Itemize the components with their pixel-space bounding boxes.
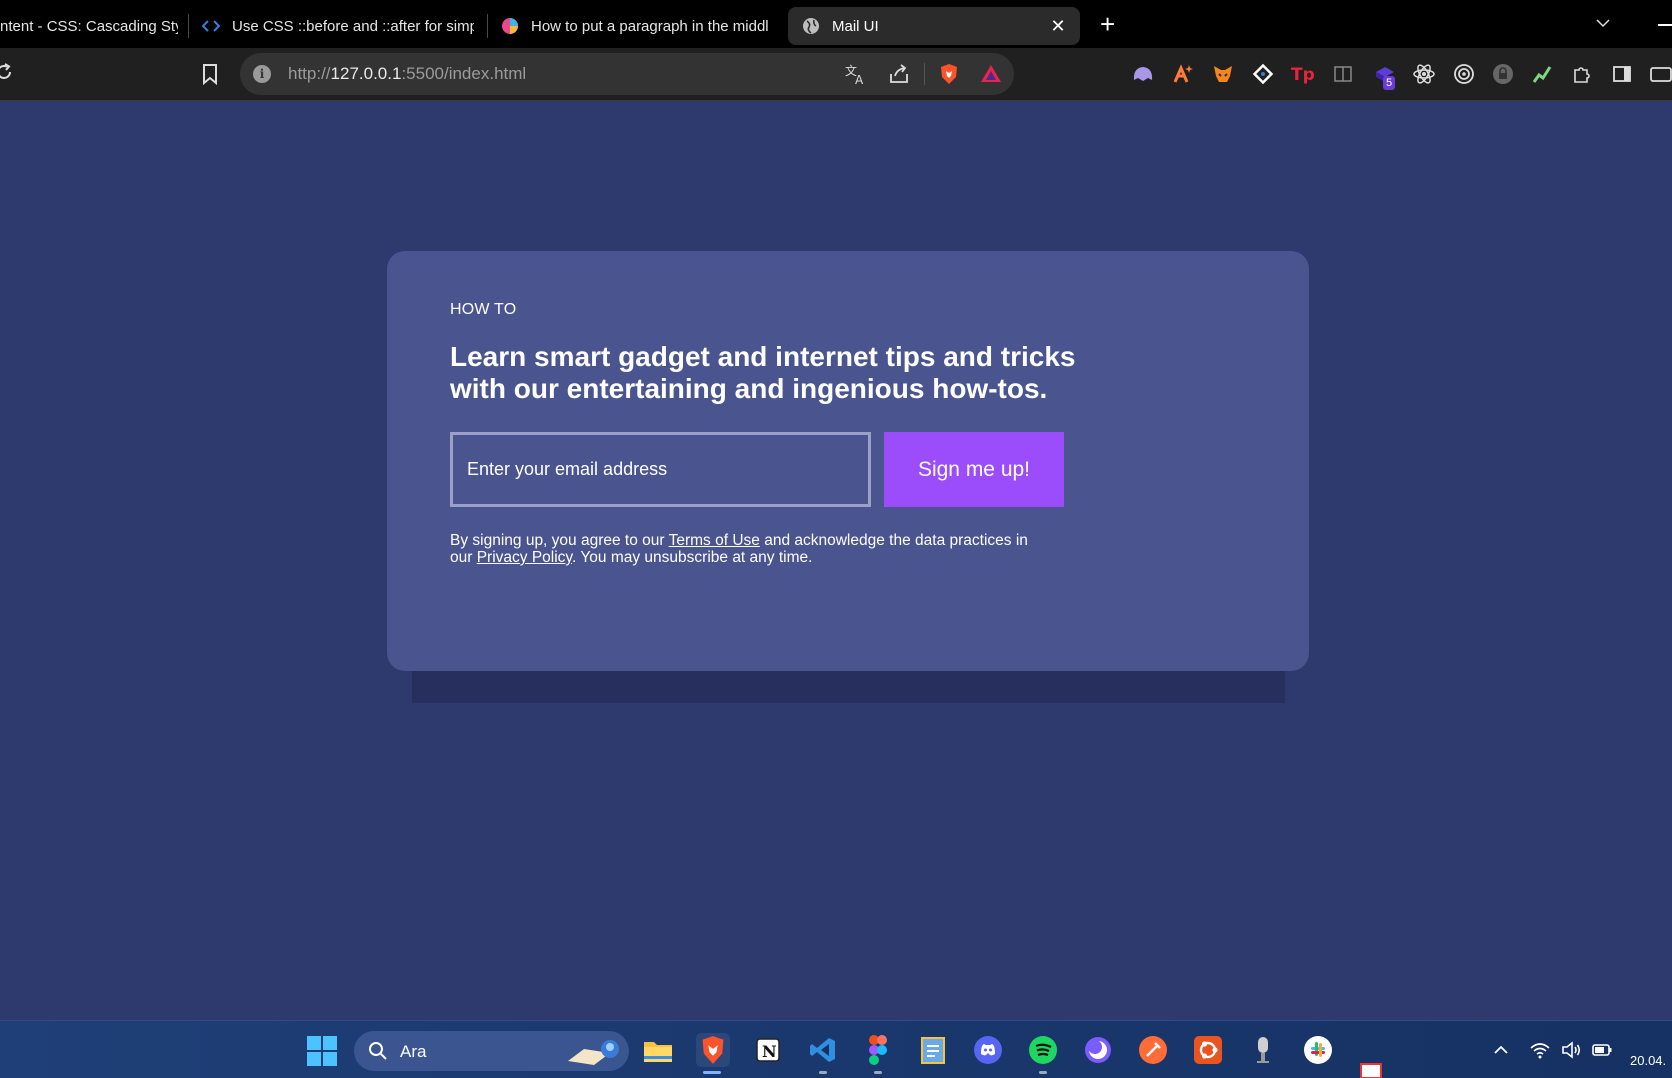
brave-shields-icon[interactable] <box>937 62 961 86</box>
moon-app-icon[interactable] <box>1081 1033 1115 1067</box>
tab-title: ntent - CSS: Cascading Styl <box>0 17 178 35</box>
chart-extension-icon[interactable] <box>1529 61 1555 87</box>
spotify-icon[interactable] <box>1026 1033 1060 1067</box>
running-indicator <box>819 1071 827 1074</box>
url-scheme: http:// <box>288 64 331 83</box>
ghost-extension-icon[interactable] <box>1130 61 1156 87</box>
minimize-icon[interactable] <box>1658 24 1672 26</box>
newsletter-card: HOW TO Learn smart gadget and internet t… <box>387 251 1309 671</box>
sidebar-toggle-icon[interactable] <box>1609 61 1635 87</box>
tab-mdn-css[interactable]: ntent - CSS: Cascading Styl <box>0 7 178 45</box>
code-icon <box>202 17 220 35</box>
reader-extension-icon[interactable] <box>1330 61 1356 87</box>
browser-toolbar: i http://127.0.0.1:5500/index.html 文A Tp <box>0 48 1672 101</box>
notepad-icon[interactable] <box>916 1033 950 1067</box>
wallet-icon[interactable] <box>1648 61 1672 87</box>
metamask-icon[interactable] <box>1210 61 1236 87</box>
privacy-policy-link[interactable]: Privacy Policy <box>477 549 572 566</box>
slack-icon[interactable] <box>1301 1033 1335 1067</box>
battery-icon[interactable] <box>1591 1039 1613 1061</box>
reload-icon[interactable] <box>0 62 14 82</box>
volume-icon[interactable] <box>1560 1039 1582 1061</box>
windows-taskbar: Ara N 20.04. <box>0 1020 1672 1078</box>
tab-separator <box>188 14 189 38</box>
notion-icon[interactable]: N <box>751 1033 785 1067</box>
headline: Learn smart gadget and internet tips and… <box>450 341 1076 404</box>
brave-browser-icon[interactable] <box>696 1033 730 1067</box>
show-hidden-icons-chevron-icon[interactable] <box>1490 1039 1512 1061</box>
tab-strip: ntent - CSS: Cascading Styl Use CSS ::be… <box>0 0 1672 48</box>
legal-text: By signing up, you agree to our Terms of… <box>450 532 1050 566</box>
email-input[interactable] <box>450 432 871 507</box>
new-tab-button[interactable]: + <box>1100 10 1115 38</box>
url-text[interactable]: http://127.0.0.1:5500/index.html <box>288 64 526 84</box>
legal-prefix: By signing up, you agree to our <box>450 532 669 549</box>
svg-text:A: A <box>855 73 864 86</box>
search-label: Ara <box>400 1042 427 1061</box>
legal-suffix: . You may unsubscribe at any time. <box>572 549 813 566</box>
lock-extension-icon[interactable] <box>1490 61 1516 87</box>
search-icon <box>369 1042 387 1060</box>
address-bar[interactable]: i http://127.0.0.1:5500/index.html 文A <box>240 53 1014 95</box>
running-indicator <box>874 1071 882 1074</box>
tab-title: Mail UI <box>832 17 879 35</box>
close-tab-icon[interactable]: ✕ <box>1048 16 1068 37</box>
ubuntu-icon[interactable] <box>1191 1033 1225 1067</box>
microphone-app-icon[interactable] <box>1246 1033 1280 1067</box>
tab-mail-ui[interactable]: Mail UI ✕ <box>788 7 1080 45</box>
svg-text:Tp: Tp <box>1291 65 1315 85</box>
file-explorer-icon[interactable] <box>641 1033 675 1067</box>
running-indicator <box>1039 1071 1047 1074</box>
tab-title: How to put a paragraph in the middl <box>531 17 769 35</box>
search-highlight-illustration-icon <box>568 1040 619 1065</box>
extension-count-badge: 5 <box>1383 76 1396 90</box>
colorful-logo-icon <box>501 17 519 35</box>
sign-up-button[interactable]: Sign me up! <box>884 432 1064 507</box>
vscode-icon[interactable] <box>806 1033 840 1067</box>
taskbar-search[interactable]: Ara <box>354 1031 629 1071</box>
tab-separator <box>487 14 488 38</box>
url-path: :5500/index.html <box>401 64 527 83</box>
tab-paragraph-middle[interactable]: How to put a paragraph in the middl <box>501 7 773 45</box>
running-indicator <box>703 1071 721 1074</box>
info-icon[interactable]: i <box>253 65 271 83</box>
diamond-extension-icon[interactable] <box>1250 61 1276 87</box>
tab-title: Use CSS ::before and ::after for simpl <box>232 17 474 35</box>
wifi-icon[interactable] <box>1529 1039 1551 1061</box>
svg-text:N: N <box>762 1042 777 1061</box>
bookmark-icon[interactable] <box>202 63 218 86</box>
globe-icon <box>802 17 820 35</box>
sparkle-extension-icon[interactable] <box>1170 61 1196 87</box>
discord-icon[interactable] <box>971 1033 1005 1067</box>
figma-icon[interactable] <box>861 1033 895 1067</box>
react-devtools-icon[interactable] <box>1411 61 1437 87</box>
translate-icon[interactable]: 文A <box>844 62 868 87</box>
tp-extension-icon[interactable]: Tp <box>1290 61 1316 87</box>
omnibox-separator <box>924 63 925 85</box>
tab-css-before-after[interactable]: Use CSS ::before and ::after for simpl <box>202 7 474 45</box>
share-icon[interactable] <box>887 62 911 86</box>
brave-rewards-icon[interactable] <box>979 62 1003 86</box>
puzzle-extensions-icon[interactable] <box>1569 61 1595 87</box>
url-host: 127.0.0.1 <box>330 64 402 83</box>
windows-start-icon[interactable] <box>307 1036 337 1066</box>
clock-date: 20.04. <box>1630 1053 1667 1068</box>
postman-icon[interactable] <box>1136 1033 1170 1067</box>
target-extension-icon[interactable] <box>1451 61 1477 87</box>
chevron-down-icon[interactable] <box>1596 16 1610 30</box>
terms-of-use-link[interactable]: Terms of Use <box>669 532 760 549</box>
eyebrow-label: HOW TO <box>450 301 517 318</box>
calendar-notification-icon <box>1360 1063 1382 1078</box>
